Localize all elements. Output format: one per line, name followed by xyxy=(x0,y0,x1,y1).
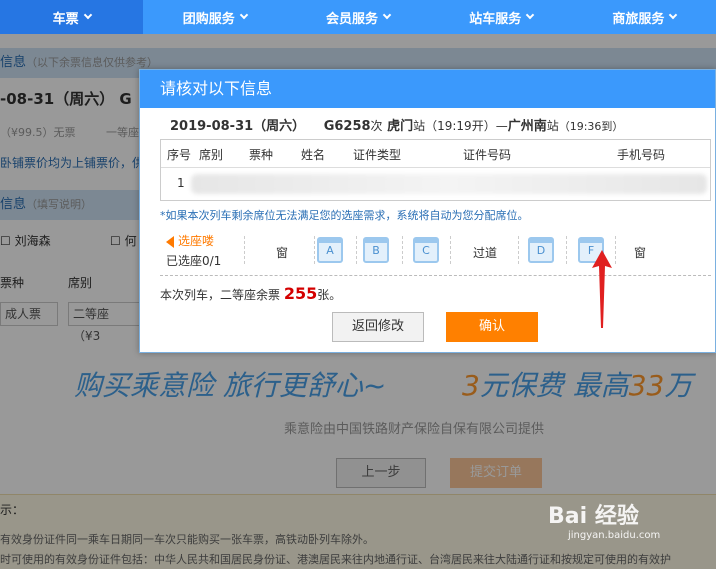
confirm-button[interactable]: 确认 xyxy=(446,312,538,342)
seat-notice: *如果本次列车剩余席位无法满足您的选座需求，系统将自动为您分配席位。 xyxy=(160,209,529,222)
trip-date: 2019-08-31（周六） xyxy=(170,119,306,134)
nav-label: 会员服务 xyxy=(326,11,379,27)
seat-selector: 选座喽 已选座0/1 窗 A B C 过道 D F 窗 xyxy=(160,230,711,276)
divider xyxy=(402,236,403,264)
back-edit-button[interactable]: 返回修改 xyxy=(332,312,424,342)
nav-item-station[interactable]: 站车服务 xyxy=(430,0,573,34)
seat-select-text: 选座喽 xyxy=(178,234,215,248)
redacted-passenger-info xyxy=(191,174,707,194)
nav-label: 站车服务 xyxy=(469,11,522,27)
nav-item-business[interactable]: 商旅服务 xyxy=(573,0,716,34)
watermark-sub: jingyan.baidu.com xyxy=(568,530,661,541)
divider xyxy=(615,236,616,264)
selected-count: 已选座0/1 xyxy=(166,254,222,268)
table-header: 序号 席别 票种 姓名 证件类型 证件号码 手机号码 xyxy=(161,140,710,168)
window-right: 窗 xyxy=(634,246,647,260)
row-index: 1 xyxy=(177,176,185,190)
col-name: 姓名 xyxy=(301,148,326,162)
divider xyxy=(518,236,519,264)
col-ticket-type: 票种 xyxy=(249,148,274,162)
chevron-down-icon xyxy=(525,10,535,20)
nav-label: 商旅服务 xyxy=(612,11,665,27)
train-number: G6258 xyxy=(323,119,371,134)
col-id-type: 证件类型 xyxy=(353,148,402,162)
top-nav: 车票 团购服务 会员服务 站车服务 商旅服务 xyxy=(0,0,716,34)
passenger-table: 序号 席别 票种 姓名 证件类型 证件号码 手机号码 1 xyxy=(160,139,711,201)
remaining-suffix: 张。 xyxy=(317,288,342,302)
col-id-number: 证件号码 xyxy=(463,148,512,162)
seat-select-label: 选座喽 xyxy=(166,232,214,249)
nav-item-group[interactable]: 团购服务 xyxy=(143,0,286,34)
watermark-text: Bai 经验 xyxy=(548,504,639,529)
chevron-down-icon xyxy=(382,10,392,20)
remaining-count: 255 xyxy=(283,284,318,303)
confirm-dialog: 请核对以下信息 2019-08-31（周六） G6258次 虎门站（19:19开… xyxy=(139,69,716,353)
seat-d-button[interactable]: D xyxy=(528,237,554,263)
col-phone: 手机号码 xyxy=(617,148,666,162)
chevron-down-icon xyxy=(669,10,678,20)
window-left: 窗 xyxy=(276,246,289,260)
divider xyxy=(356,236,357,264)
seat-c-button[interactable]: C xyxy=(413,237,439,263)
dialog-title: 请核对以下信息 xyxy=(140,70,715,108)
speaker-icon xyxy=(166,235,174,248)
seat-b-button[interactable]: B xyxy=(363,237,389,263)
annotation-arrow-icon xyxy=(592,250,612,328)
seat-a-button[interactable]: A xyxy=(317,237,343,263)
col-seat-class: 席别 xyxy=(199,148,224,162)
train-suffix: 次 xyxy=(370,119,383,133)
nav-item-tickets[interactable]: 车票 xyxy=(0,0,144,34)
col-index: 序号 xyxy=(167,148,192,162)
divider xyxy=(244,236,245,264)
chevron-down-icon xyxy=(239,10,249,20)
aisle-label: 过道 xyxy=(473,246,498,260)
nav-label: 车票 xyxy=(52,11,79,27)
remaining-prefix: 本次列车，二等座余票 xyxy=(160,288,281,302)
arrive-time: （19:36到） xyxy=(558,120,624,133)
depart-time: 站（19:19开）— xyxy=(413,119,508,133)
table-row: 1 xyxy=(161,168,710,200)
to-station: 广州南 xyxy=(507,119,547,134)
divider xyxy=(450,236,451,264)
divider xyxy=(314,236,315,264)
chevron-down-icon xyxy=(83,10,92,20)
to-suffix: 站 xyxy=(546,119,559,133)
nav-label: 团购服务 xyxy=(182,11,235,27)
from-station: 虎门 xyxy=(387,119,414,134)
remaining-tickets: 本次列车，二等座余票 255张。 xyxy=(160,284,341,303)
trip-summary: 2019-08-31（周六） G6258次 虎门站（19:19开）—广州南站（1… xyxy=(170,115,623,134)
baidu-watermark-logo: Bai 经验 jingyan.baidu.com xyxy=(548,498,660,541)
divider xyxy=(566,236,567,264)
nav-item-member[interactable]: 会员服务 xyxy=(286,0,429,34)
